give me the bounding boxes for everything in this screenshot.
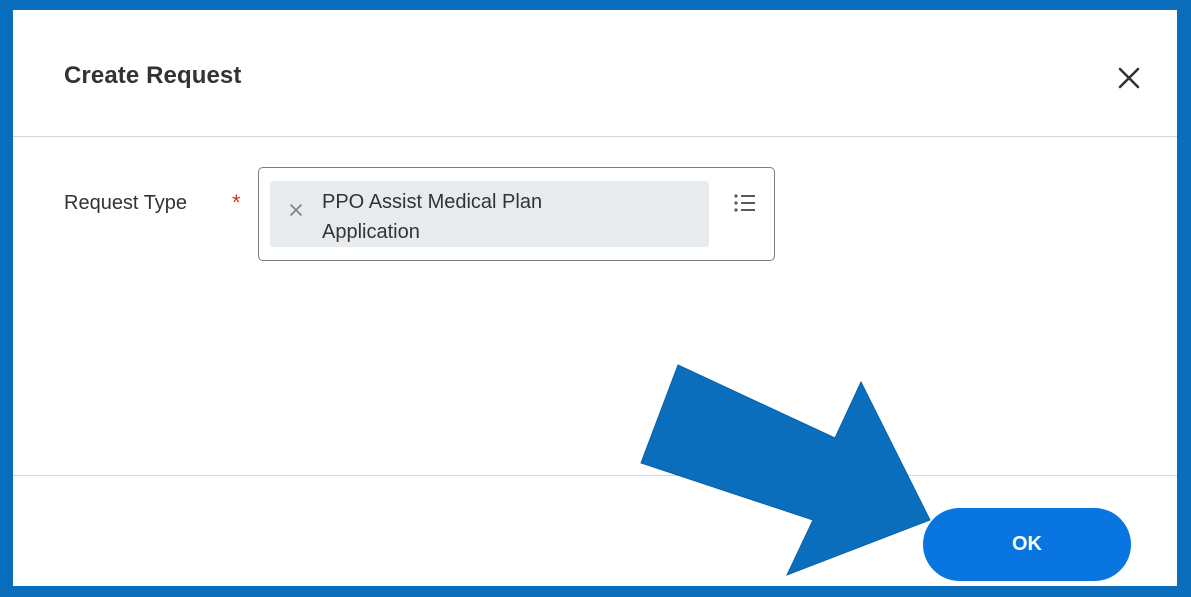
request-type-input[interactable]: PPO Assist Medical Plan Application — [258, 167, 775, 261]
request-type-label: Request Type — [64, 192, 188, 214]
remove-x-icon — [290, 204, 302, 216]
dialog-header: Create Request — [13, 10, 1177, 137]
dialog-body: Request Type * PPO Assist Medical Plan A… — [13, 137, 1177, 475]
close-icon — [1118, 67, 1140, 89]
create-request-dialog: Create Request Request Type * PPO Assist… — [13, 10, 1177, 586]
selected-request-type-pill: PPO Assist Medical Plan Application — [270, 181, 709, 247]
list-icon — [734, 194, 755, 212]
close-button[interactable] — [1111, 60, 1147, 96]
selected-request-type-text: PPO Assist Medical Plan Application — [322, 191, 543, 243]
dialog-title: Create Request — [64, 62, 242, 89]
ok-button[interactable]: OK — [923, 508, 1131, 581]
prompt-list-button[interactable] — [732, 190, 758, 216]
dialog-footer: OK — [13, 475, 1177, 586]
highlight-frame: Create Request Request Type * PPO Assist… — [0, 0, 1191, 597]
required-marker: * — [232, 190, 241, 215]
remove-selection-button[interactable] — [287, 201, 305, 219]
